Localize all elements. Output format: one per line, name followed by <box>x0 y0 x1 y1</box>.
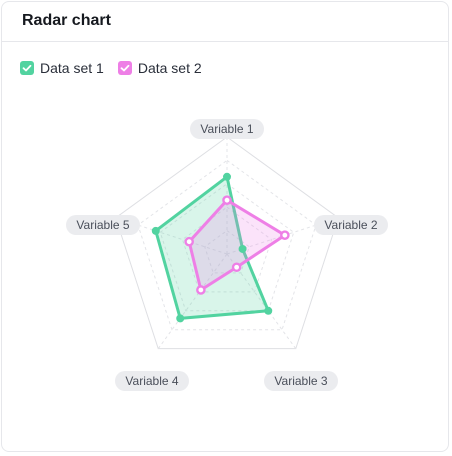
data-point <box>222 195 232 205</box>
axis-label: Variable 5 <box>76 218 129 232</box>
data-point <box>264 306 273 315</box>
data-point <box>196 285 206 295</box>
data-point <box>231 262 242 273</box>
axis-label: Variable 2 <box>324 218 377 232</box>
axis-label: Variable 4 <box>125 374 178 388</box>
data-point <box>184 236 194 247</box>
axis-label: Variable 1 <box>200 122 253 136</box>
data-point <box>280 230 290 240</box>
data-point <box>151 226 160 235</box>
data-point <box>223 172 231 181</box>
data-point <box>238 244 247 253</box>
radar-chart: Variable 1 Variable 2 Variable 3 Variable 4… <box>66 119 388 391</box>
axis-label: Variable 3 <box>274 374 327 388</box>
data-point <box>176 314 185 323</box>
